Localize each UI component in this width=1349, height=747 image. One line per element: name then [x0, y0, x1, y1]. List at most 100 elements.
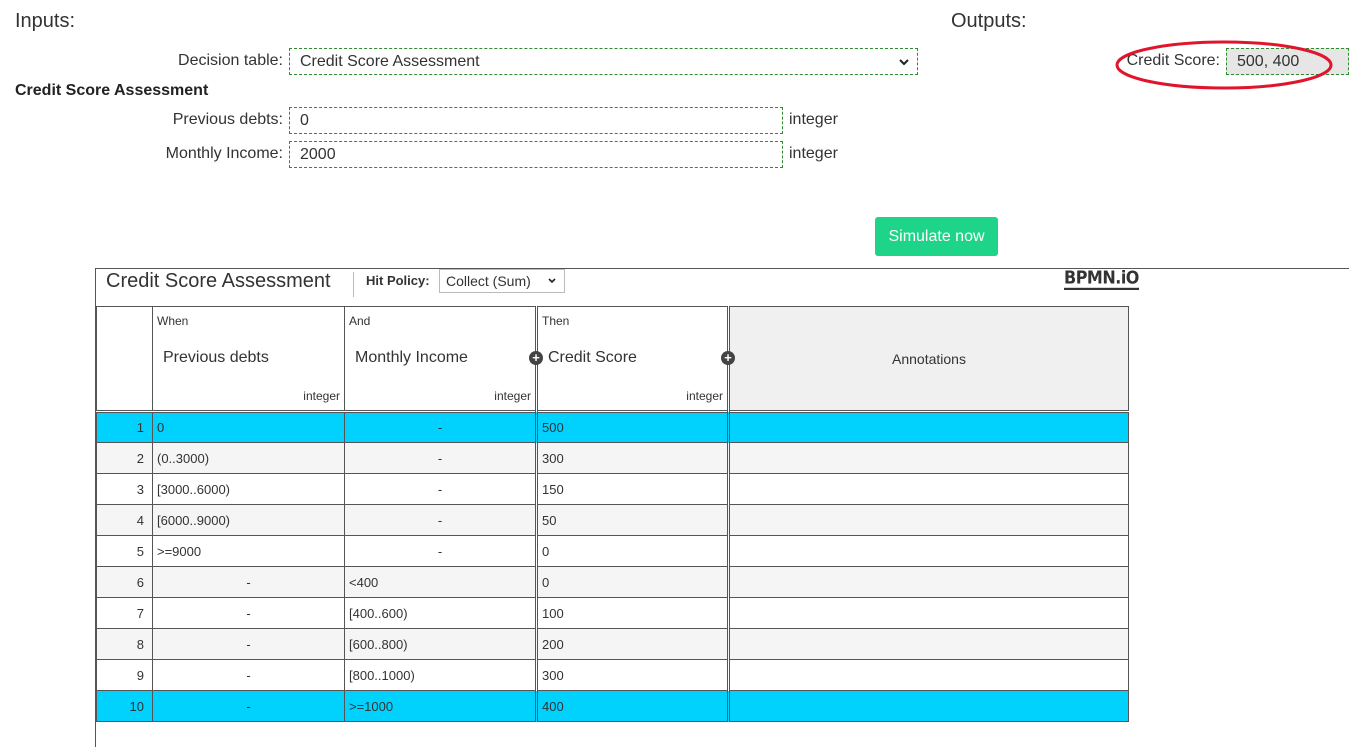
rule-number-cell: 9 [96, 659, 153, 691]
monthly-income-cell[interactable]: [400..600) [344, 597, 537, 629]
monthly-income-cell[interactable]: - [344, 442, 537, 474]
monthly-income-value: 2000 [300, 146, 336, 163]
monthly-income-cell[interactable]: - [344, 410, 537, 443]
annotation-cell[interactable] [727, 690, 1129, 722]
credit-score-cell[interactable]: 50 [535, 504, 729, 536]
hit-policy-select[interactable]: Collect (Sum) [439, 269, 565, 293]
previous-debts-type: integer [789, 111, 838, 128]
table-row: 5 >=9000-0 [96, 535, 1129, 567]
previous-debts-cell[interactable]: >=9000 [152, 535, 345, 567]
decision-table-editor: Credit Score Assessment Hit Policy: Coll… [95, 267, 1349, 747]
credit-score-cell[interactable]: 150 [535, 473, 729, 505]
output-column-credit-score[interactable]: Then Credit Score integer + [535, 306, 735, 412]
decision-table-title[interactable]: Credit Score Assessment [106, 269, 331, 293]
rule-number-cell: 5 [96, 535, 153, 567]
table-row: 1 0-500 [96, 410, 1129, 443]
monthly-income-input[interactable]: 2000 [289, 141, 783, 168]
annotation-cell[interactable] [727, 535, 1129, 567]
annotation-cell[interactable] [727, 442, 1129, 474]
credit-score-cell[interactable]: 0 [535, 535, 729, 567]
column-type: integer [494, 389, 531, 403]
credit-score-cell[interactable]: 200 [535, 628, 729, 660]
table-header-row: When Previous debts integer And Monthly … [96, 306, 1129, 412]
monthly-income-type: integer [789, 145, 838, 162]
annotations-column: Annotations [727, 306, 1129, 412]
input-column-previous-debts[interactable]: When Previous debts integer [152, 306, 345, 412]
credit-score-cell[interactable]: 0 [535, 566, 729, 598]
monthly-income-cell[interactable]: - [344, 504, 537, 536]
previous-debts-cell[interactable]: - [152, 566, 345, 598]
column-name: Previous debts [163, 349, 269, 366]
hit-policy-value: Collect (Sum) [446, 273, 531, 289]
rule-number-cell: 3 [96, 473, 153, 505]
column-type: integer [303, 389, 340, 403]
previous-debts-label: Previous debts: [172, 111, 283, 128]
decision-table-label: Decision table: [178, 52, 283, 69]
credit-score-cell[interactable]: 400 [535, 690, 729, 722]
credit-score-cell[interactable]: 300 [535, 659, 729, 691]
table-row: 9- [800..1000) 300 [96, 659, 1129, 691]
rules-table: When Previous debts integer And Monthly … [96, 306, 1129, 722]
table-row: 2 (0..3000) -300 [96, 442, 1129, 474]
decision-table-select-value: Credit Score Assessment [300, 53, 480, 70]
previous-debts-cell[interactable]: - [152, 659, 345, 691]
bpmn-io-logo: BPMN.iO [1064, 267, 1139, 290]
rule-number-cell: 4 [96, 504, 153, 536]
annotation-cell[interactable] [727, 628, 1129, 660]
annotation-cell[interactable] [727, 597, 1129, 629]
inputs-heading: Inputs: [15, 10, 76, 32]
table-row: 7- [400..600) 100 [96, 597, 1129, 629]
column-kind: Then [542, 314, 570, 328]
monthly-income-cell[interactable]: <400 [344, 566, 537, 598]
previous-debts-cell[interactable]: - [152, 597, 345, 629]
table-row: 8- [600..800) 200 [96, 628, 1129, 660]
previous-debts-cell[interactable]: (0..3000) [152, 442, 345, 474]
previous-debts-cell[interactable]: [3000..6000) [152, 473, 345, 505]
column-type: integer [686, 389, 723, 403]
annotation-cell[interactable] [727, 473, 1129, 505]
monthly-income-cell[interactable]: - [344, 473, 537, 505]
decision-table-select[interactable]: Credit Score Assessment [289, 48, 918, 75]
chevron-down-icon [899, 59, 909, 66]
annotation-cell[interactable] [727, 504, 1129, 536]
column-kind: And [349, 314, 371, 328]
column-kind: When [157, 314, 189, 328]
credit-score-cell[interactable]: 300 [535, 442, 729, 474]
table-row: 3 [3000..6000) -150 [96, 473, 1129, 505]
add-output-column-icon[interactable]: + [721, 351, 735, 365]
simulate-now-button[interactable]: Simulate now [875, 217, 998, 256]
annotation-cell[interactable] [727, 659, 1129, 691]
monthly-income-cell[interactable]: [600..800) [344, 628, 537, 660]
previous-debts-cell[interactable]: - [152, 628, 345, 660]
column-name: Monthly Income [355, 349, 468, 366]
monthly-income-cell[interactable]: - [344, 535, 537, 567]
rule-number-cell: 1 [96, 410, 153, 443]
previous-debts-cell[interactable]: - [152, 690, 345, 722]
hit-policy-label: Hit Policy: [366, 273, 430, 288]
monthly-income-cell[interactable]: >=1000 [344, 690, 537, 722]
add-input-column-icon[interactable]: + [529, 351, 543, 365]
input-column-monthly-income[interactable]: And Monthly Income integer + [344, 306, 543, 412]
previous-debts-cell[interactable]: [6000..9000) [152, 504, 345, 536]
rule-number-cell: 2 [96, 442, 153, 474]
annotation-cell[interactable] [727, 410, 1129, 443]
rule-number-cell: 7 [96, 597, 153, 629]
table-row: 10- >=1000 400 [96, 690, 1129, 722]
form-subtitle: Credit Score Assessment [15, 82, 209, 99]
credit-score-cell[interactable]: 100 [535, 597, 729, 629]
credit-score-cell[interactable]: 500 [535, 410, 729, 443]
annotation-cell[interactable] [727, 566, 1129, 598]
row-number-header [96, 306, 153, 412]
chevron-down-icon [548, 278, 556, 284]
title-separator [353, 272, 354, 297]
rule-number-cell: 6 [96, 566, 153, 598]
column-name: Credit Score [548, 349, 637, 366]
rule-number-cell: 10 [96, 690, 153, 722]
outputs-heading: Outputs: [951, 10, 1027, 32]
previous-debts-value: 0 [300, 112, 309, 129]
previous-debts-cell[interactable]: 0 [152, 410, 345, 443]
monthly-income-label: Monthly Income: [165, 145, 283, 162]
monthly-income-cell[interactable]: [800..1000) [344, 659, 537, 691]
rule-number-cell: 8 [96, 628, 153, 660]
previous-debts-input[interactable]: 0 [289, 107, 783, 134]
